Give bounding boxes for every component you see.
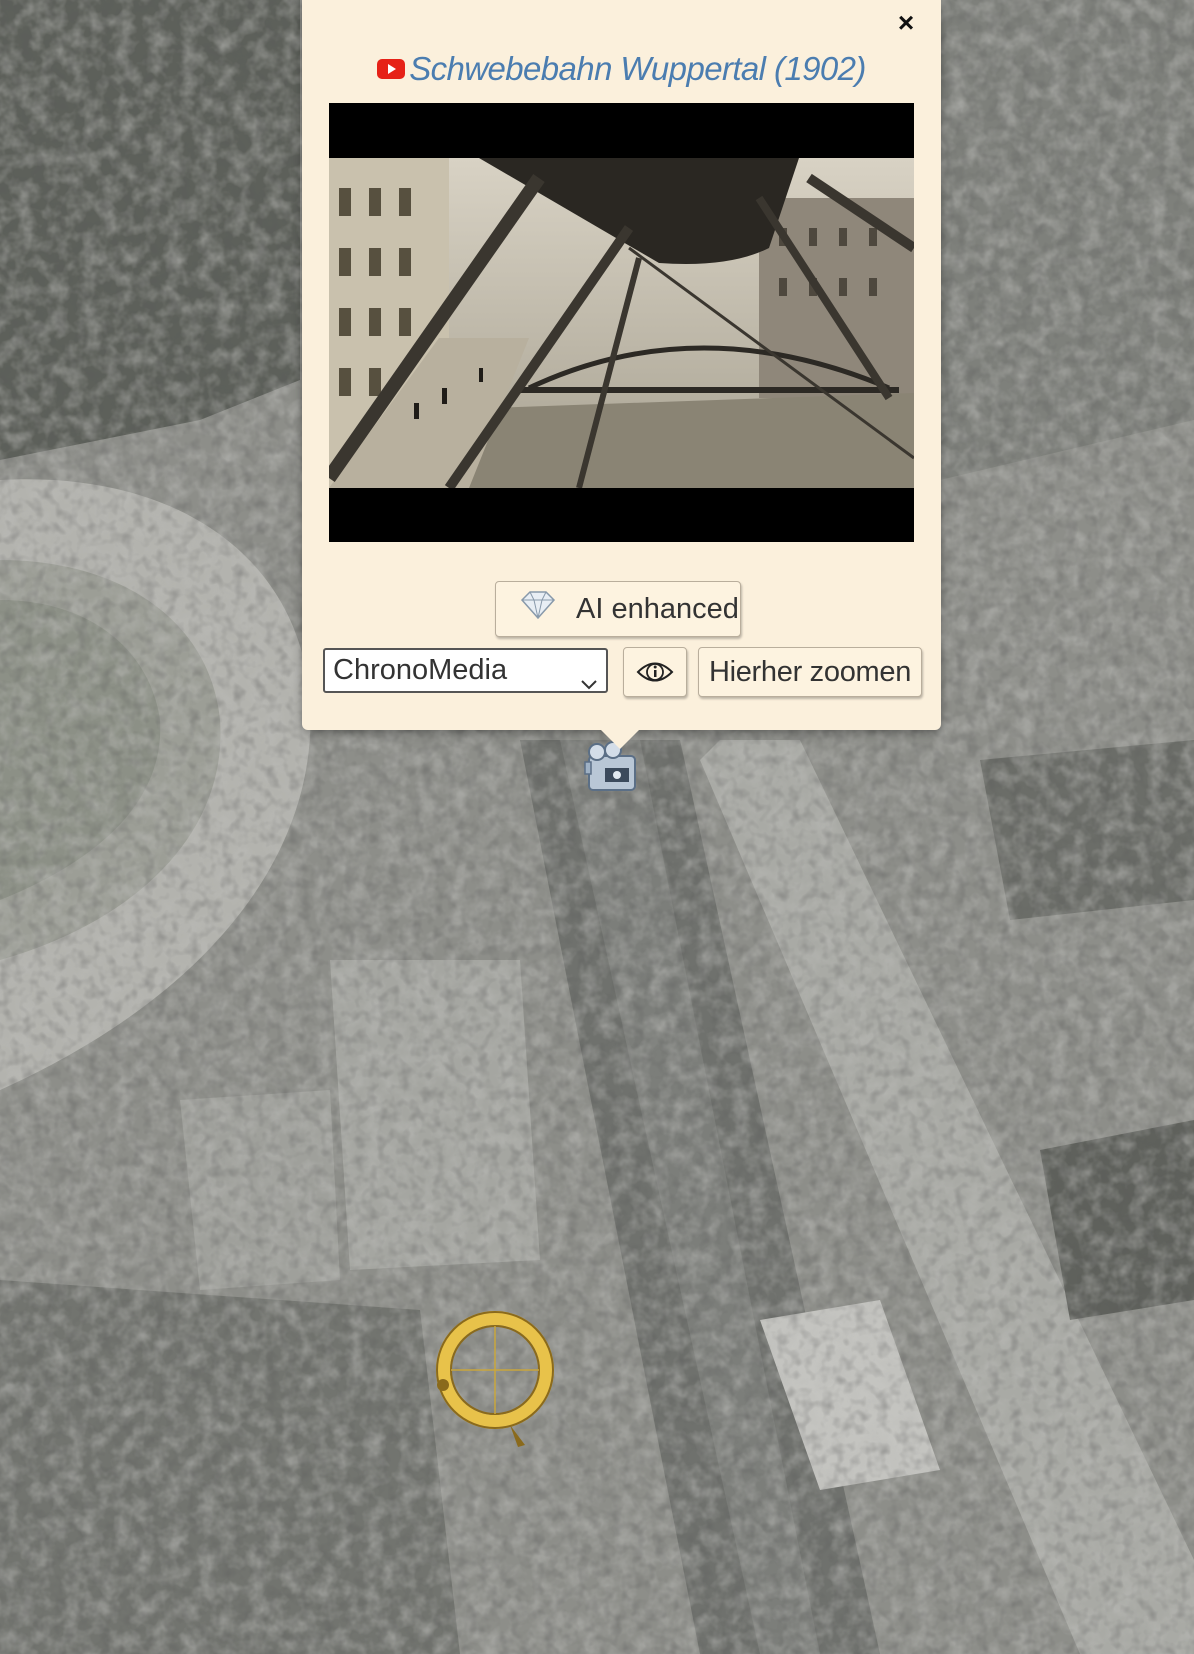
ai-enhanced-button[interactable]: AI enhanced (495, 581, 741, 637)
source-select[interactable]: ChronoMedia (323, 648, 608, 693)
zoom-here-button[interactable]: Hierher zoomen (698, 647, 922, 697)
diamond-icon (518, 590, 558, 628)
video-camera-marker[interactable] (583, 740, 647, 803)
youtube-icon (377, 49, 406, 87)
source-select-value: ChronoMedia (333, 654, 508, 686)
popup-title: Schwebebahn Wuppertal (1902) (409, 50, 866, 87)
info-button[interactable] (623, 647, 687, 697)
info-icon (636, 662, 674, 682)
compass-ring-icon (436, 1311, 554, 1447)
popup-title-link[interactable]: Schwebebahn Wuppertal (1902) (302, 50, 941, 88)
video-player[interactable] (329, 103, 914, 542)
video-frame (329, 158, 914, 488)
media-popup: × Schwebebahn Wuppertal (1902) AI enhanc… (302, 0, 941, 730)
popup-pointer (600, 729, 640, 749)
close-button[interactable]: × (891, 8, 921, 38)
compass-control[interactable] (430, 1305, 560, 1460)
chevron-down-icon (580, 662, 598, 703)
ai-enhanced-label: AI enhanced (576, 592, 739, 625)
